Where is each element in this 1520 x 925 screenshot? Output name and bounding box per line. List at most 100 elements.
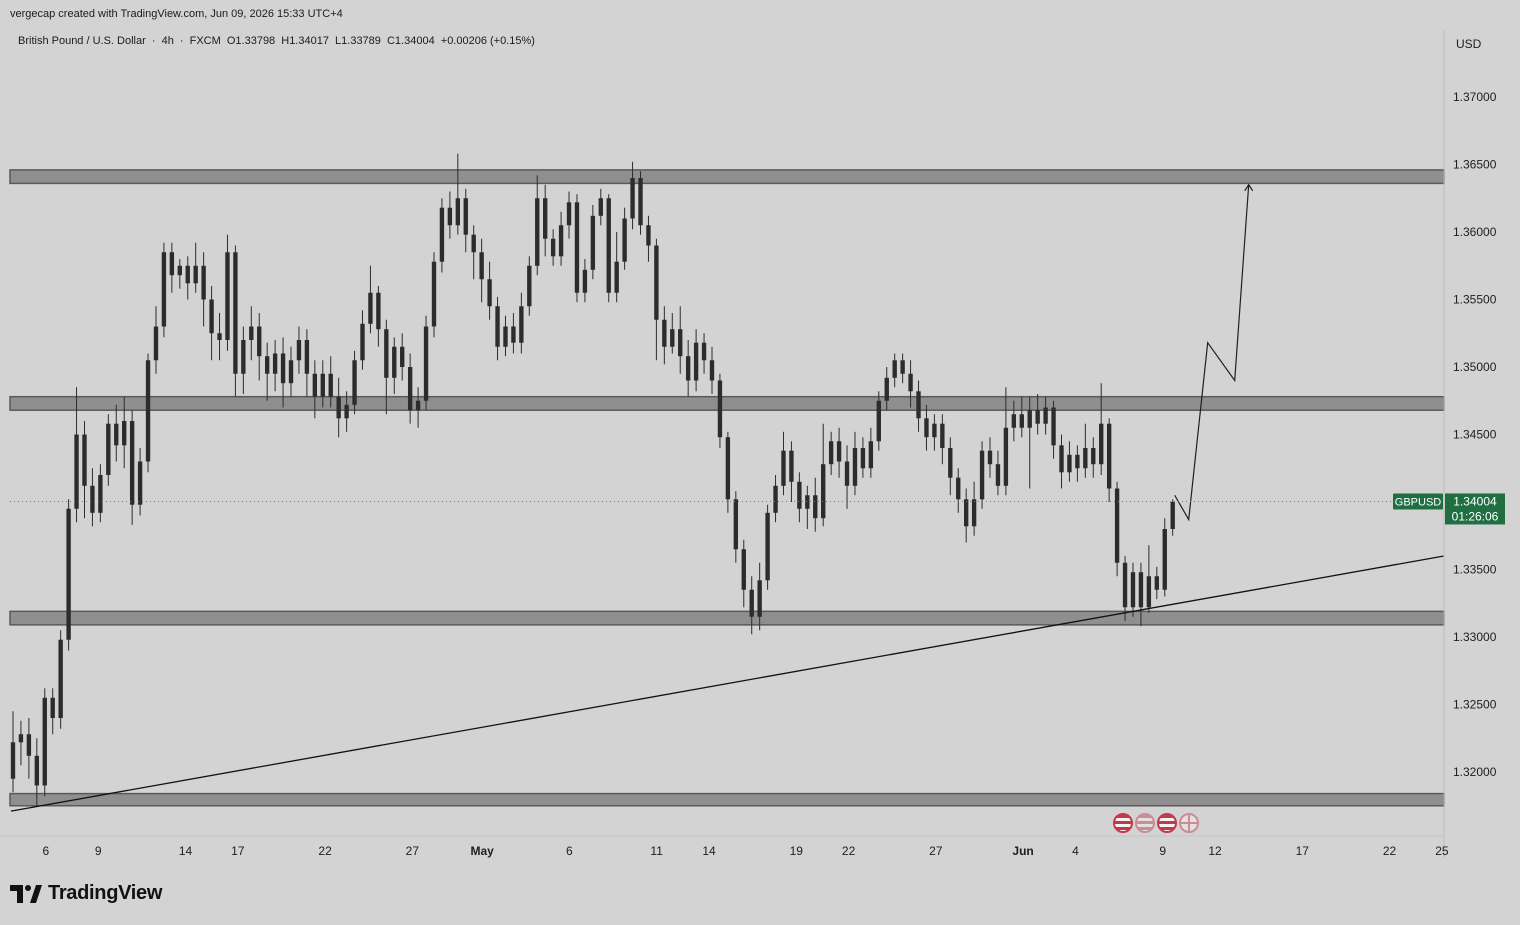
candle-body xyxy=(304,340,310,374)
candle-body xyxy=(344,404,349,419)
time-tick-label: 27 xyxy=(406,844,420,858)
candle-body xyxy=(892,360,897,378)
candle-body xyxy=(487,279,492,307)
candle-body xyxy=(264,356,270,374)
price-tag-value: 1.34004 xyxy=(1453,494,1497,508)
candle-body xyxy=(312,373,318,397)
candle-body xyxy=(201,265,206,300)
economic-events-markers[interactable] xyxy=(1113,813,1199,833)
us-flag-icon[interactable] xyxy=(1113,813,1133,833)
candle-body xyxy=(98,475,103,513)
candle-body xyxy=(1138,572,1144,608)
time-tick-label: Jun xyxy=(1012,844,1033,858)
candle-body xyxy=(1011,414,1017,428)
candle-body xyxy=(1122,562,1128,608)
price-tick-label: 1.33000 xyxy=(1453,630,1497,644)
time-tick-label: 22 xyxy=(318,844,332,858)
price-tick-label: 1.36000 xyxy=(1453,225,1497,239)
candle-body xyxy=(503,326,508,347)
candle-body xyxy=(1130,572,1136,608)
candle-body xyxy=(948,448,953,478)
candle-body xyxy=(1154,576,1159,590)
candle-body xyxy=(352,360,357,405)
candle-body xyxy=(868,441,874,469)
candle-body xyxy=(1099,423,1104,465)
candle-body xyxy=(106,423,111,475)
candle-body xyxy=(479,252,484,280)
time-tick-label: 25 xyxy=(1435,844,1449,858)
price-tick-label: 1.35000 xyxy=(1453,360,1497,374)
candle-body xyxy=(654,245,659,320)
candle-body xyxy=(66,508,71,640)
candle-body xyxy=(797,481,802,509)
candle-body xyxy=(1043,407,1048,424)
candle-body xyxy=(249,326,254,340)
candle-body xyxy=(956,477,961,500)
candle-body xyxy=(185,265,190,284)
time-tick-label: May xyxy=(470,844,494,858)
candle-body xyxy=(137,461,143,505)
time-tick-label: 14 xyxy=(702,844,716,858)
price-axis[interactable]: USD 1.37000 1.36500 1.36000 1.35500 1.35000 1… xyxy=(1453,37,1497,779)
candle-body xyxy=(940,423,945,448)
candle-body xyxy=(781,450,786,486)
candle-body xyxy=(916,391,921,419)
candle-body xyxy=(805,495,810,509)
candle-body xyxy=(257,326,262,357)
candle-body xyxy=(693,342,699,381)
tradingview-logo-text: TradingView xyxy=(48,882,163,904)
candle-body xyxy=(789,450,794,482)
candle-body xyxy=(1067,454,1072,473)
candle-body xyxy=(288,360,294,384)
us-flag-icon[interactable] xyxy=(1135,813,1155,833)
candle-body xyxy=(765,512,770,581)
candle-body xyxy=(550,238,556,257)
candle-body xyxy=(709,360,715,381)
time-tick-label: 17 xyxy=(1296,844,1310,858)
candle-body xyxy=(670,329,675,347)
candle-body xyxy=(1162,529,1167,590)
candle-body xyxy=(145,360,151,462)
candle-body xyxy=(423,326,429,401)
candle-body xyxy=(463,198,468,235)
candle-body xyxy=(26,734,32,756)
candle-body xyxy=(217,333,222,340)
candle-body xyxy=(717,380,723,438)
candle-body xyxy=(415,400,421,411)
candle-body xyxy=(932,423,937,438)
ascending-trendline xyxy=(10,555,1445,812)
candle-body xyxy=(280,353,286,384)
candle-body xyxy=(924,418,929,438)
uk-flag-icon[interactable] xyxy=(1179,813,1199,833)
tradingview-branding[interactable]: TradingView xyxy=(10,882,162,905)
candle-body xyxy=(241,340,246,374)
candle-body xyxy=(384,329,389,378)
time-tick-label: 22 xyxy=(1383,844,1397,858)
candle-body xyxy=(10,742,16,779)
time-tick-label: 27 xyxy=(929,844,943,858)
candle-body xyxy=(995,464,1001,486)
candle-body xyxy=(828,441,834,465)
time-axis[interactable]: 6 9 14 17 22 27 May 6 11 14 19 22 27 Jun 4 9 12 17 22 25 xyxy=(43,844,1449,858)
us-flag-icon[interactable] xyxy=(1157,813,1177,833)
plot-area[interactable] xyxy=(9,153,1445,812)
candle-body xyxy=(757,580,762,617)
candle-body xyxy=(82,434,87,486)
candle-body xyxy=(1027,410,1032,428)
candle-body xyxy=(773,485,778,513)
candlestick-chart[interactable]: USD 1.37000 1.36500 1.36000 1.35500 1.35000 1… xyxy=(0,0,1520,925)
candle-body xyxy=(169,252,175,276)
candle-body xyxy=(1059,445,1064,473)
price-tick-label: 1.34500 xyxy=(1453,428,1497,442)
candle-body xyxy=(272,353,278,374)
price-axis-currency[interactable]: USD xyxy=(1456,37,1482,51)
candle-body xyxy=(336,396,341,419)
symbol-tag-text: GBPUSD xyxy=(1395,496,1442,508)
time-tick-label: 17 xyxy=(231,844,245,858)
candle-body xyxy=(638,178,643,226)
candle-body xyxy=(733,499,739,550)
candle-body xyxy=(535,198,540,266)
candle-body xyxy=(431,261,437,327)
candle-body xyxy=(1019,414,1024,428)
candle-body xyxy=(495,306,500,347)
